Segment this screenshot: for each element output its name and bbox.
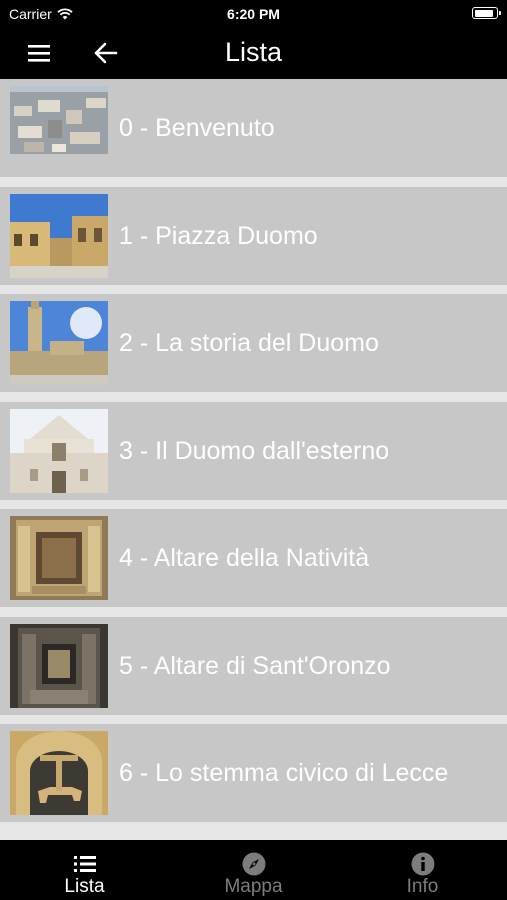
page-title: Lista: [224, 37, 283, 67]
list-item-label: 4 - Altare della Natività: [119, 544, 370, 572]
list-item-label: 1 - Piazza Duomo: [119, 221, 318, 250]
list-item-label: 2 - La storia del Duomo: [119, 329, 379, 357]
list-item-label: 6 - Lo stemma civico di Lecce: [119, 759, 449, 787]
list-item-stemma-civico[interactable]: 6 - Lo stemma civico di Lecce: [0, 724, 507, 822]
list-item-altare-oronzo[interactable]: 5 - Altare di Sant'Oronzo: [0, 616, 507, 715]
tab-label: Lista: [64, 876, 105, 897]
list-item-storia-duomo[interactable]: 2 - La storia del Duomo: [0, 294, 507, 392]
tab-info[interactable]: Info: [338, 840, 507, 900]
list-item-piazza-duomo[interactable]: 1 - Piazza Duomo: [0, 186, 507, 285]
list-item-altare-nativita[interactable]: 4 - Altare della Natività: [0, 509, 507, 607]
thumbnail-altar-oronzo: [10, 623, 108, 708]
thumbnail-piazza: [10, 193, 108, 278]
list-icon: [73, 856, 96, 872]
list-item-label: 5 - Altare di Sant'Oronzo: [119, 651, 391, 680]
navigation-bar: Lista: [0, 28, 507, 79]
status-bar: Carrier 6:20 PM: [0, 0, 507, 28]
tab-bar: Lista Mappa Info: [0, 840, 507, 900]
tab-label: Mappa: [224, 876, 283, 897]
status-time: 6:20 PM: [227, 6, 280, 22]
compass-icon: [242, 852, 265, 876]
list-item-benvenuto[interactable]: 0 - Benvenuto: [0, 79, 507, 177]
list-item-label: 0 - Benvenuto: [119, 114, 275, 142]
battery-icon: [472, 7, 501, 19]
thumbnail-bell-tower: [10, 301, 108, 385]
list-item-duomo-esterno[interactable]: 3 - Il Duomo dall'esterno: [0, 401, 507, 500]
list-item-label: 3 - Il Duomo dall'esterno: [119, 436, 390, 465]
stops-list[interactable]: 0 - Benvenuto 1 - Piazza Duomo 2 - La st…: [0, 79, 507, 840]
thumbnail-altar-nativity: [10, 516, 108, 600]
thumbnail-coat-of-arms: [10, 731, 108, 815]
thumbnail-cathedral-facade: [10, 408, 108, 493]
tab-lista[interactable]: Lista: [0, 840, 169, 900]
tab-mappa[interactable]: Mappa: [169, 840, 338, 900]
tab-label: Info: [406, 876, 439, 897]
thumbnail-city-aerial: [10, 86, 108, 170]
info-icon: [411, 852, 434, 876]
